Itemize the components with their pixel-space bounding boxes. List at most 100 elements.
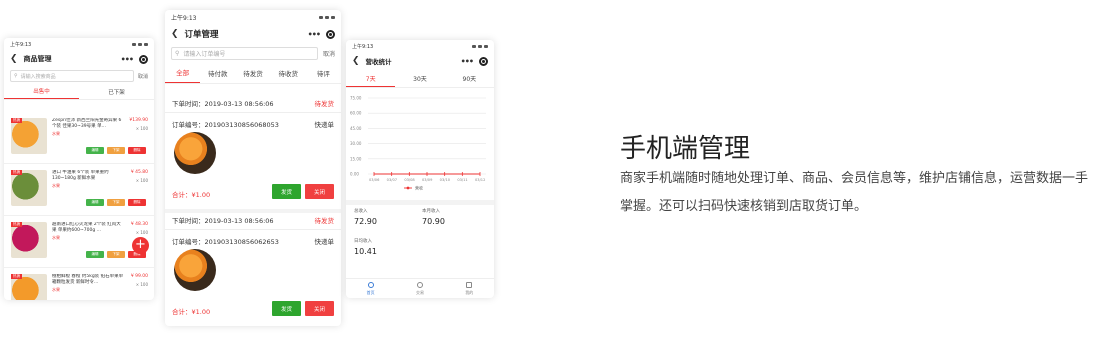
off-shelf-button[interactable]: 下架 <box>107 147 125 154</box>
nav-mine[interactable]: 我的 <box>445 279 494 298</box>
status-icons <box>132 42 148 46</box>
x-tick-label: 03/12 <box>475 178 485 182</box>
hot-badge: 热销 <box>11 222 22 227</box>
showcase-stage: 上午9:13 ❮ 商品管理 ••• ⚲ 请输入搜索商品 取消 出售中 已下架 热… <box>0 0 1100 340</box>
product-name: Zespri佳沛 新西兰阳光金奇异果 6个装 佳果30~39号果 单... <box>52 118 122 129</box>
search-cancel-button[interactable]: 取消 <box>138 73 148 80</box>
order-card[interactable]: 下单时间：2019-03-13 08:56:06 待发货 订单编号：201903… <box>165 92 341 209</box>
products-phone: 上午9:13 ❮ 商品管理 ••• ⚲ 请输入搜索商品 取消 出售中 已下架 热… <box>4 38 154 300</box>
divider <box>165 229 341 230</box>
search-placeholder: 请输入搜索商品 <box>20 73 56 80</box>
close-order-button[interactable]: 关闭 <box>305 184 334 199</box>
product-name: 越南进口红心火龙果 2个装 红肉大果 单果约600~700g ... <box>52 222 121 233</box>
search-row: ⚲ 请输入订单编号 取消 <box>165 44 341 62</box>
status-bar: 上午9:13 <box>346 40 494 52</box>
order-actions: 发货 关闭 <box>272 184 334 199</box>
product-price: ¥ 45.80 <box>130 170 148 175</box>
list-item[interactable]: 热销 椪柑鲜橙 春橙 约5kg装 铂石单果单箱颗粒发货 新鲜时令... ¥ 99… <box>4 270 154 300</box>
nav-home[interactable]: 首页 <box>346 279 395 298</box>
delete-button[interactable]: 删除 <box>128 147 146 154</box>
back-icon[interactable]: ❮ <box>171 29 179 39</box>
order-number: 订单编号：201903130856068053 <box>172 121 279 129</box>
divider <box>165 112 341 113</box>
order-header: 下单时间：2019-03-13 08:56:06 待发货 <box>172 98 334 108</box>
search-input[interactable]: ⚲ 请输入搜索商品 <box>10 70 134 82</box>
status-icons <box>319 15 335 19</box>
nav-trade[interactable]: 交易 <box>395 279 444 298</box>
more-icon[interactable]: ••• <box>308 30 321 39</box>
page-title: 订单管理 <box>184 30 219 40</box>
search-cancel-button[interactable]: 取消 <box>323 49 335 58</box>
orders-phone: 上午9:13 ❮ 订单管理 ••• ⚲ 请输入订单编号 取消 全部 待付款 待发… <box>165 10 341 326</box>
product-stock: × 100 <box>135 178 148 183</box>
delete-button[interactable]: 删除 <box>128 199 146 206</box>
nav-bar: ❮ 营收统计 ••• <box>346 52 494 70</box>
hot-badge: 热销 <box>11 274 22 279</box>
stat-label: 总收入 <box>354 209 368 214</box>
tab-off-shelf[interactable]: 已下架 <box>79 84 154 99</box>
tab-pending-payment[interactable]: 待付款 <box>200 62 235 83</box>
order-card[interactable]: 下单时间：2019-03-13 08:56:06 待发货 订单编号：201903… <box>165 209 341 326</box>
product-tabs: 出售中 已下架 <box>4 84 154 100</box>
y-tick-label: 15.00 <box>350 156 362 161</box>
y-tick-label: 30.00 <box>350 141 362 146</box>
nav-bar: ❮ 商品管理 ••• <box>4 50 154 68</box>
close-mini-program-icon[interactable] <box>139 54 148 64</box>
search-row: ⚲ 请输入搜索商品 取消 <box>4 68 154 84</box>
stat-label: 日均收入 <box>354 239 372 244</box>
home-icon <box>367 281 374 288</box>
product-image <box>174 249 216 291</box>
close-order-button[interactable]: 关闭 <box>305 301 334 316</box>
ship-type: 快递单 <box>314 238 335 246</box>
tab-pending-receipt[interactable]: 待收货 <box>271 62 306 83</box>
tab-pending-review[interactable]: 待评 <box>306 62 341 83</box>
tab-7-days[interactable]: 7天 <box>346 70 396 87</box>
y-tick-label: 0.00 <box>350 172 359 177</box>
legend-label: 营收 <box>415 185 423 191</box>
more-icon[interactable]: ••• <box>121 55 134 64</box>
search-icon: ⚲ <box>14 73 18 79</box>
product-actions: 编辑 下架 删除 <box>86 147 146 154</box>
x-tick-label: 03/07 <box>387 178 397 182</box>
back-icon[interactable]: ❮ <box>352 56 360 66</box>
order-number-row: 订单编号：201903130856068053 快递单 <box>172 119 334 129</box>
back-icon[interactable]: ❮ <box>10 54 18 64</box>
search-input[interactable]: ⚲ 请输入订单编号 <box>171 46 318 60</box>
close-mini-program-icon[interactable] <box>479 56 488 66</box>
order-number-row: 订单编号：201903130856062653 快递单 <box>172 236 334 246</box>
order-tabs: 全部 待付款 待发货 待收货 待评 <box>165 62 341 84</box>
list-item[interactable]: 热销 进口 牛油果 6个装 单果重约130~180g 新鲜水果 ¥ 45.80 … <box>4 166 154 216</box>
order-total: 合计：¥1.00 <box>172 191 211 199</box>
close-mini-program-icon[interactable] <box>326 29 335 39</box>
tab-30-days[interactable]: 30天 <box>395 70 444 87</box>
revenue-chart-svg: 75.00 60.00 45.00 30.00 15.00 0.00 03/06 03/07 0… <box>350 96 486 191</box>
x-tick-label: 03/06 <box>369 178 380 182</box>
ship-button[interactable]: 发货 <box>272 184 301 199</box>
order-status: 待发货 <box>314 217 335 225</box>
tab-pending-shipment[interactable]: 待发货 <box>235 62 270 83</box>
edit-button[interactable]: 编辑 <box>86 199 104 206</box>
product-name: 进口 牛油果 6个装 单果重约130~180g 新鲜水果 <box>52 170 109 181</box>
more-icon[interactable]: ••• <box>461 57 474 66</box>
revenue-phone: 上午9:13 ❮ 营收统计 ••• 7天 30天 90天 75.00 60.00 4… <box>346 40 494 298</box>
ship-button[interactable]: 发货 <box>272 301 301 316</box>
y-tick-label: 75.00 <box>350 96 362 101</box>
off-shelf-button[interactable]: 下架 <box>107 251 125 258</box>
off-shelf-button[interactable]: 下架 <box>107 199 125 206</box>
order-time: 下单时间：2019-03-13 08:56:06 <box>172 100 274 108</box>
edit-button[interactable]: 编辑 <box>86 251 104 258</box>
order-time: 下单时间：2019-03-13 08:56:06 <box>172 217 274 225</box>
stat-label: 本月收入 <box>422 209 440 214</box>
product-price: ¥ 99.00 <box>130 274 148 279</box>
edit-button[interactable]: 编辑 <box>86 147 104 154</box>
hot-badge: 热销 <box>11 118 22 123</box>
tab-all[interactable]: 全部 <box>165 62 201 83</box>
stat-month: 本月收入 70.90 <box>422 208 445 226</box>
tab-90-days[interactable]: 90天 <box>445 70 494 87</box>
x-tick-label: 03/11 <box>457 178 467 182</box>
list-item[interactable]: 热销 Zespri佳沛 新西兰阳光金奇异果 6个装 佳果30~39号果 单...… <box>4 114 154 164</box>
tab-on-sale[interactable]: 出售中 <box>4 84 79 99</box>
order-total: 合计：¥1.00 <box>172 308 211 316</box>
add-product-button[interactable]: + <box>132 237 149 254</box>
search-icon: ⚲ <box>175 49 180 57</box>
